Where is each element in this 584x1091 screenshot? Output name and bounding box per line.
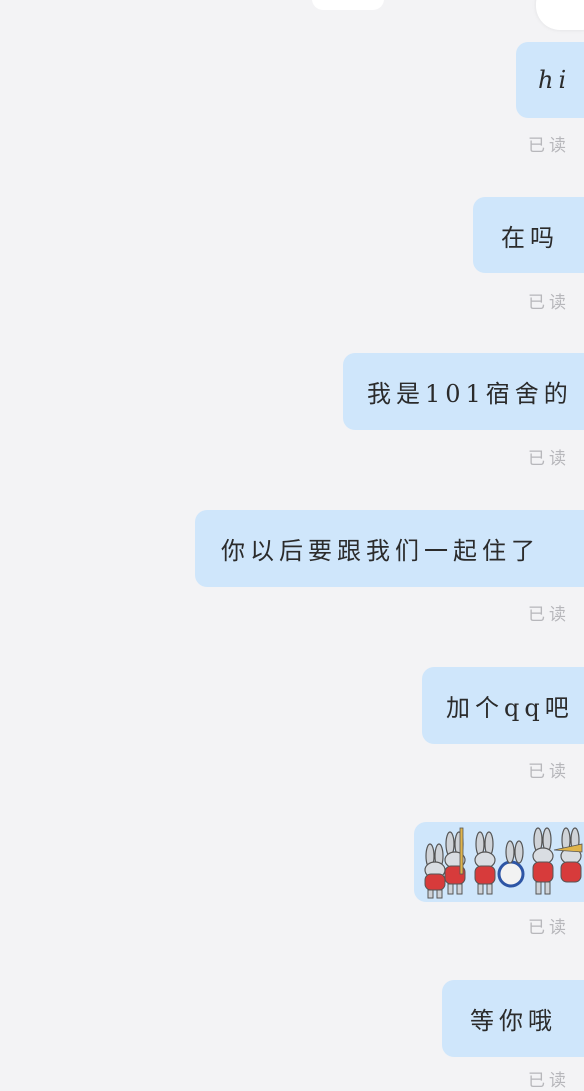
corner-button[interactable] bbox=[536, 0, 584, 30]
message-text: 加个qq吧 bbox=[446, 694, 574, 722]
status-pill bbox=[312, 0, 384, 10]
message-bubble-1[interactable]: hi bbox=[516, 42, 584, 118]
message-text: 等你哦 bbox=[470, 1007, 557, 1035]
message-text: 你以后要跟我们一起住了 bbox=[221, 537, 540, 565]
read-status: 已读 bbox=[528, 918, 570, 938]
read-status: 已读 bbox=[528, 136, 570, 156]
message-text: 在吗 bbox=[501, 223, 559, 252]
read-status: 已读 bbox=[528, 605, 570, 625]
rabbit-3 bbox=[474, 831, 496, 895]
message-text: 我是101宿舍的 bbox=[367, 380, 573, 408]
drum bbox=[497, 840, 525, 888]
message-bubble-4[interactable]: 你以后要跟我们一起住了 bbox=[195, 510, 584, 587]
rabbit-2 bbox=[444, 827, 466, 895]
rabbit-band-sticker-icon bbox=[424, 827, 583, 899]
message-bubble-2[interactable]: 在吗 bbox=[473, 197, 584, 273]
sticker-bubble[interactable] bbox=[414, 822, 584, 902]
message-bubble-3[interactable]: 我是101宿舍的 bbox=[343, 353, 584, 430]
read-status: 已读 bbox=[528, 762, 570, 782]
rabbit-1 bbox=[424, 843, 446, 899]
read-status: 已读 bbox=[528, 293, 570, 313]
read-status: 已读 bbox=[528, 1071, 570, 1091]
message-bubble-5[interactable]: 加个qq吧 bbox=[422, 667, 584, 744]
rabbit-6 bbox=[553, 827, 583, 883]
message-bubble-7[interactable]: 等你哦 bbox=[442, 980, 584, 1057]
read-status: 已读 bbox=[528, 449, 570, 469]
rabbit-5 bbox=[532, 827, 554, 895]
message-text: hi bbox=[538, 66, 572, 94]
